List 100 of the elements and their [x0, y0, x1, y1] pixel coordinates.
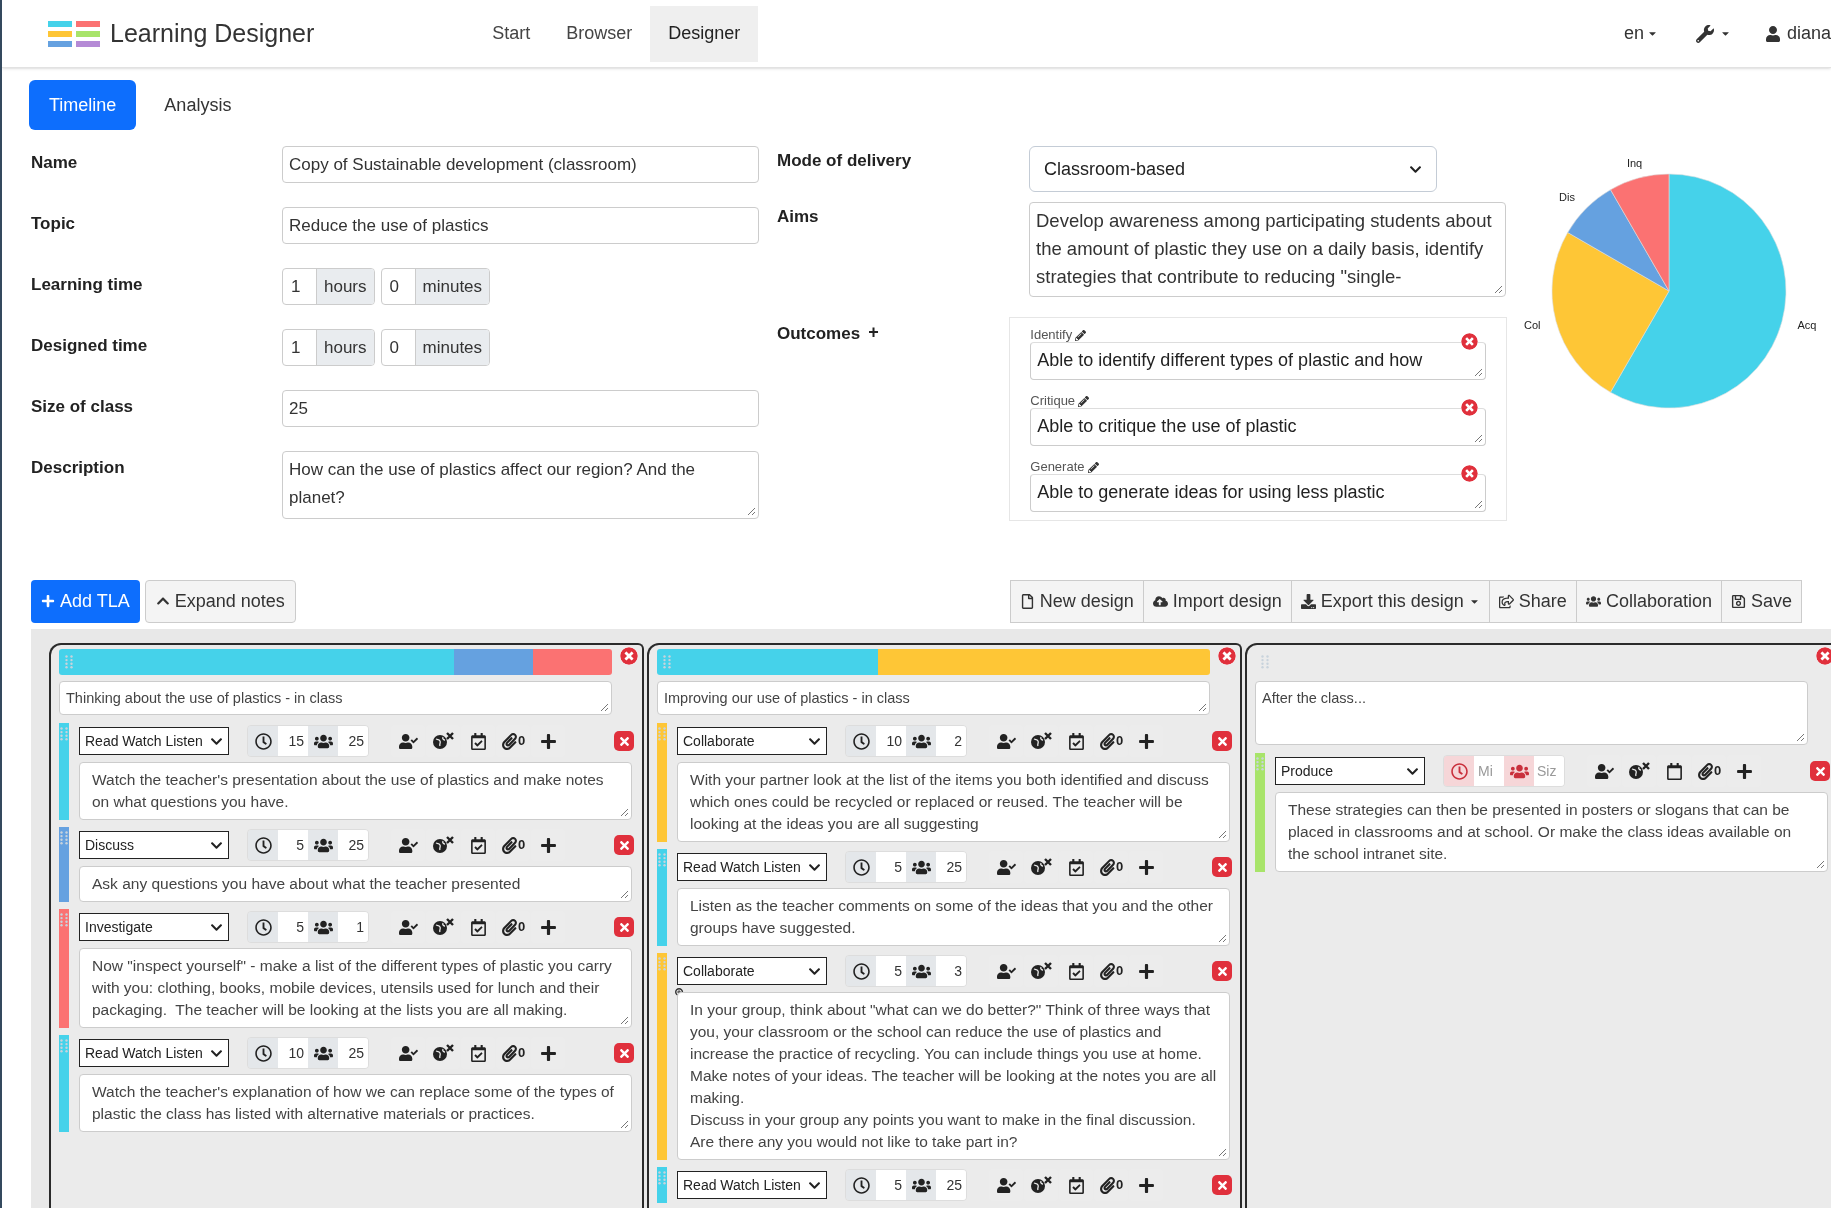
toolbar-button[interactable]: Import design — [1142, 579, 1292, 623]
activity-notes-field[interactable]: These strategies can then be presented in posters or slogans that can be placed in classrooms and at school. Or make the class ideas available on the school intranet site. — [1275, 792, 1828, 872]
drag-handle-icon[interactable] — [1256, 757, 1264, 771]
activity-notes-field[interactable]: Listen as the teacher comments on some of the ideas that you and the other groups have suggested. — [677, 888, 1230, 946]
resize-grip-icon[interactable] — [1815, 859, 1825, 869]
activity-type-select[interactable]: Produce — [1275, 757, 1425, 785]
delete-activity-button[interactable] — [1212, 1175, 1232, 1195]
close-column-icon[interactable] — [620, 647, 638, 665]
aims-field[interactable]: Develop awareness among participating students about the amount of plastic they use on a daily basis, identify strategies that contribute to reducing "single- — [1029, 202, 1506, 297]
delete-activity-button[interactable] — [614, 1043, 634, 1063]
toolbar-button[interactable]: Save — [1720, 579, 1802, 623]
resize-grip-icon[interactable] — [1217, 1147, 1227, 1157]
calendar-check-icon — [469, 732, 487, 750]
resize-grip-icon[interactable] — [1493, 284, 1503, 294]
close-column-icon[interactable] — [1816, 647, 1831, 665]
drag-handle-icon[interactable] — [60, 913, 68, 927]
drag-handle-icon[interactable] — [663, 655, 671, 669]
delete-activity-button[interactable] — [1212, 961, 1232, 981]
drag-handle-icon[interactable] — [658, 853, 666, 867]
drag-handle-icon[interactable] — [658, 1171, 666, 1185]
outcome-field[interactable]: Able to identify different types of plastic and how — [1030, 342, 1486, 380]
nav-link[interactable]: Start — [474, 5, 549, 62]
delete-activity-button[interactable] — [1810, 761, 1830, 781]
resize-grip-icon[interactable] — [1795, 732, 1805, 742]
activity-type-select[interactable]: Read Watch Listen — [79, 727, 229, 755]
activity-notes-field[interactable]: Now "inspect yourself" - make a list of the different types of plastic you carry with you: clothing, books, mobile devices, utensils used for lunch and their packaging. The teacher will be looking at the lists you are all making. — [79, 948, 632, 1028]
text-field[interactable]: 25 — [282, 390, 759, 427]
toolbar-button[interactable]: Export this design — [1290, 579, 1490, 623]
delivery-mode-select[interactable]: Classroom-based — [1029, 146, 1437, 192]
resize-grip-icon[interactable] — [619, 1119, 629, 1129]
drag-handle-icon[interactable] — [1261, 655, 1269, 669]
resize-grip-icon[interactable] — [619, 807, 629, 817]
resize-grip-icon[interactable] — [746, 506, 756, 516]
user-menu[interactable]: diana — [1764, 20, 1831, 47]
text-field[interactable]: Copy of Sustainable development (classroom) — [282, 146, 759, 183]
resize-grip-icon[interactable] — [1473, 433, 1483, 443]
drag-handle-icon[interactable] — [658, 957, 666, 971]
toolbar-button[interactable]: Add TLA — [31, 579, 140, 623]
resize-grip-icon[interactable] — [1473, 367, 1483, 377]
activity-type-select[interactable]: Investigate — [79, 913, 229, 941]
resize-grip-icon[interactable] — [1217, 933, 1227, 943]
nav-link[interactable]: Browser — [548, 5, 651, 62]
close-column-icon[interactable] — [1218, 647, 1236, 665]
description-field[interactable]: How can the use of plastics affect our region? And the planet? — [282, 451, 759, 519]
remove-outcome-icon[interactable] — [1461, 399, 1478, 416]
add-outcome-button[interactable]: + — [868, 321, 879, 343]
activity-type-select[interactable]: Collaborate — [677, 957, 827, 985]
remove-outcome-icon[interactable] — [1461, 465, 1478, 482]
resize-grip-icon[interactable] — [1473, 499, 1483, 509]
toolbar-button[interactable]: Collaboration — [1575, 579, 1722, 623]
resize-grip-icon[interactable] — [1217, 829, 1227, 839]
toolbar-button[interactable]: Expand notes — [144, 579, 296, 623]
drag-handle-icon[interactable] — [60, 727, 68, 741]
view-tab[interactable]: Timeline — [29, 80, 137, 130]
resize-grip-icon[interactable] — [1197, 702, 1207, 712]
text-field[interactable]: Reduce the use of plastics — [282, 207, 759, 244]
activity-notes-field[interactable]: With your partner look at the list of the items you both identified and discuss which ones could be recycled or replaced or reused. The teacher will be looking at the ideas you are all suggesting — [677, 762, 1230, 842]
close-icon — [1215, 860, 1229, 874]
toolbar-button[interactable]: New design — [1009, 579, 1144, 623]
outcome-field[interactable]: Able to generate ideas for using less plastic — [1030, 474, 1486, 512]
resize-grip-icon[interactable] — [599, 702, 609, 712]
drag-handle-icon[interactable] — [658, 727, 666, 741]
toolbar-button[interactable]: Share — [1488, 579, 1577, 623]
activity-notes-field[interactable]: Watch the teacher's explanation of how we can replace some of the types of plastic the class has listed with alternative materials or practices. — [79, 1074, 632, 1132]
slice-label: Col — [1524, 319, 1541, 332]
tools-menu[interactable] — [1695, 24, 1731, 43]
pencil-icon[interactable] — [1087, 461, 1099, 473]
language-menu[interactable]: en — [1623, 20, 1658, 47]
session-title-field[interactable]: After the class... — [1255, 681, 1808, 745]
user-icon — [1764, 25, 1781, 42]
view-tab[interactable]: Analysis — [144, 80, 252, 130]
activity-type-select[interactable]: Collaborate — [677, 727, 827, 755]
drag-handle-icon[interactable] — [65, 655, 73, 669]
delete-activity-button[interactable] — [614, 731, 634, 751]
session-title-field[interactable]: Thinking about the use of plastics - in class — [59, 681, 612, 715]
activity-type-select[interactable]: Read Watch Listen — [79, 1039, 229, 1067]
globe-cross-icon — [431, 918, 455, 936]
drag-handle-icon[interactable] — [60, 831, 68, 845]
activity-type-select[interactable]: Read Watch Listen — [677, 853, 827, 881]
delete-activity-button[interactable] — [614, 917, 634, 937]
delete-activity-button[interactable] — [1212, 857, 1232, 877]
download-icon — [1300, 593, 1316, 609]
activity-notes-field[interactable]: In your group, think about "what can we do better?" Think of three ways that you, your classroom or the school can reduce the use of plastics and increase the practice of recycling. You can include things you use at home. Make notes of your ideas. The teacher will be looking at the notes you are all making. Discuss in your group any points you want to make in the final discussion. Are there any you would not like to take part in? — [677, 992, 1230, 1160]
outcome-field[interactable]: Able to critique the use of plastic — [1030, 408, 1486, 446]
slice-label: Dis — [1559, 190, 1575, 203]
resize-grip-icon[interactable] — [619, 1015, 629, 1025]
delete-activity-button[interactable] — [614, 835, 634, 855]
activity-notes-field[interactable]: Ask any questions you have about what the teacher presented — [79, 866, 632, 902]
pencil-icon[interactable] — [1078, 395, 1090, 407]
delete-activity-button[interactable] — [1212, 731, 1232, 751]
remove-outcome-icon[interactable] — [1461, 333, 1478, 350]
pencil-icon[interactable] — [1075, 329, 1087, 341]
field-label: Designed time — [31, 335, 149, 357]
drag-handle-icon[interactable] — [60, 1039, 68, 1053]
activity-type-select[interactable]: Discuss — [79, 831, 229, 859]
nav-link[interactable]: Designer — [650, 5, 759, 62]
activity-type-select[interactable]: Read Watch Listen — [677, 1171, 827, 1199]
activity-notes-field[interactable]: Watch the teacher's presentation about the use of plastics and make notes on what questions you have. — [79, 762, 632, 820]
session-title-field[interactable]: Improving our use of plastics - in class — [657, 681, 1210, 715]
resize-grip-icon[interactable] — [619, 889, 629, 899]
